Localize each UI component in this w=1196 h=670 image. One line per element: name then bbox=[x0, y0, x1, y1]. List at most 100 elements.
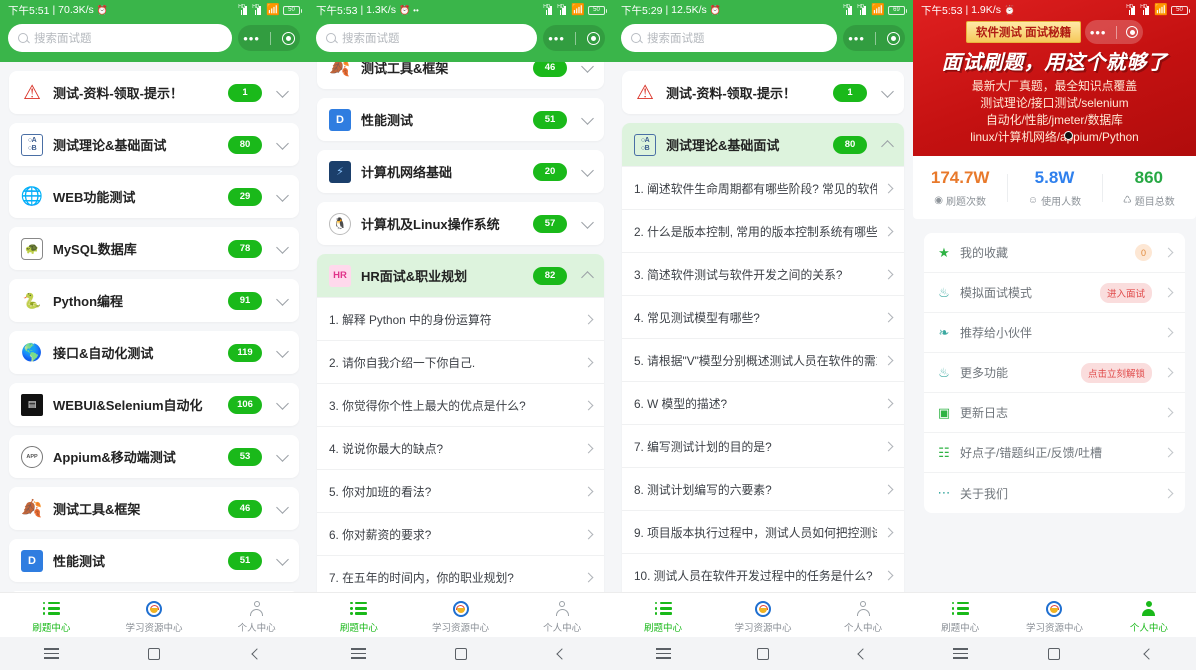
chevron-down-icon[interactable] bbox=[276, 188, 289, 202]
tab-0[interactable]: 刷题中心 bbox=[0, 600, 103, 634]
chevron-right-icon[interactable] bbox=[583, 529, 594, 539]
recents-button[interactable] bbox=[913, 648, 1007, 659]
question-row[interactable]: 3. 简述软件测试与软件开发之间的关系? bbox=[622, 252, 904, 295]
category-card[interactable]: 🌐 WEB功能测试 29 bbox=[9, 175, 299, 218]
profile-menu[interactable]: ★ 我的收藏 0 ♨ 模拟面试模式 进入面试 ❧ 推荐给小伙伴 ♨ 更多功能 点击立刻解锁 ▣ 更新日志… bbox=[924, 233, 1185, 514]
back-button[interactable] bbox=[205, 647, 308, 660]
tab-2[interactable]: 个人中心 bbox=[205, 600, 308, 634]
chevron-down-icon[interactable] bbox=[276, 552, 289, 566]
menu-row[interactable]: ♨ 更多功能 点击立刻解锁 bbox=[924, 353, 1185, 394]
chevron-right-icon[interactable] bbox=[1163, 447, 1174, 458]
category-header[interactable]: ○A ○B 测试理论&基础面试 80 bbox=[622, 123, 904, 166]
category-list-2[interactable]: 🍂 测试工具&框架 46 D 性能测试 51 ⚡ 计算机网络基础 20 🐧 计算机及Linux操作系… bbox=[308, 46, 613, 670]
category-card[interactable]: 🐍 Python编程 91 bbox=[9, 279, 299, 322]
category-card[interactable]: APP Appium&移动端测试 53 bbox=[9, 435, 299, 478]
tab-0[interactable]: 刷题中心 bbox=[308, 600, 410, 634]
category-header[interactable]: 🐧 计算机及Linux操作系统 57 bbox=[317, 202, 604, 245]
tab-1[interactable]: 学习资源中心 bbox=[1007, 600, 1101, 634]
search-input[interactable]: 搜索面试题 bbox=[621, 24, 837, 52]
recents-button[interactable] bbox=[308, 648, 410, 659]
chevron-down-icon[interactable] bbox=[276, 344, 289, 358]
category-header[interactable]: 🍂 测试工具&框架 46 bbox=[9, 487, 299, 530]
chevron-down-icon[interactable] bbox=[276, 292, 289, 306]
question-row[interactable]: 9. 项目版本执行过程中，测试人员如何把控测试进 bbox=[622, 510, 904, 553]
chevron-right-icon[interactable] bbox=[883, 398, 894, 408]
chevron-down-icon[interactable] bbox=[581, 215, 594, 229]
category-card[interactable]: ⚠ 测试-资料-领取-提示！ 1 bbox=[622, 71, 904, 114]
category-card[interactable]: ⚡ 计算机网络基础 20 bbox=[317, 150, 604, 193]
chevron-right-icon[interactable] bbox=[583, 314, 594, 324]
action-badge[interactable]: 进入面试 bbox=[1099, 282, 1152, 303]
question-row[interactable]: 4. 常见测试模型有哪些? bbox=[622, 295, 904, 338]
chevron-right-icon[interactable] bbox=[883, 484, 894, 494]
chevron-right-icon[interactable] bbox=[883, 312, 894, 322]
question-row[interactable]: 6. 你对薪资的要求? bbox=[317, 512, 604, 555]
miniprogram-capsule[interactable]: ••• bbox=[843, 25, 905, 51]
miniprogram-capsule[interactable]: ••• bbox=[543, 25, 605, 51]
category-header[interactable]: ▤ WEBUI&Selenium自动化 106 bbox=[9, 383, 299, 426]
more-icon[interactable]: ••• bbox=[548, 32, 565, 45]
chevron-right-icon[interactable] bbox=[883, 183, 894, 193]
chevron-down-icon[interactable] bbox=[276, 448, 289, 462]
category-card[interactable]: D 性能测试 51 bbox=[9, 539, 299, 582]
category-card[interactable]: ⚠ 测试-资料-领取-提示！ 1 bbox=[9, 71, 299, 114]
menu-row[interactable]: ▣ 更新日志 bbox=[924, 393, 1185, 434]
more-icon[interactable]: ••• bbox=[243, 32, 260, 45]
chevron-up-icon[interactable] bbox=[581, 270, 594, 284]
chevron-down-icon[interactable] bbox=[276, 500, 289, 514]
category-card[interactable]: D 性能测试 51 bbox=[317, 98, 604, 141]
category-header[interactable]: ○A ○B 测试理论&基础面试 80 bbox=[9, 123, 299, 166]
chevron-down-icon[interactable] bbox=[276, 396, 289, 410]
chevron-right-icon[interactable] bbox=[1163, 247, 1174, 258]
chevron-right-icon[interactable] bbox=[583, 572, 594, 582]
back-button[interactable] bbox=[813, 647, 913, 660]
tab-0[interactable]: 刷题中心 bbox=[913, 600, 1007, 634]
chevron-down-icon[interactable] bbox=[276, 84, 289, 98]
category-card[interactable]: 🌎 接口&自动化测试 119 bbox=[9, 331, 299, 374]
question-row[interactable]: 10. 测试人员在软件开发过程中的任务是什么? bbox=[622, 553, 904, 596]
chevron-right-icon[interactable] bbox=[883, 269, 894, 279]
category-card[interactable]: HR HR面试&职业规划 82 1. 解释 Python 中的身份运算符 2. 请你自我… bbox=[317, 254, 604, 641]
back-button[interactable] bbox=[1102, 647, 1196, 660]
question-row[interactable]: 7. 编写测试计划的目的是? bbox=[622, 424, 904, 467]
tab-1[interactable]: 学习资源中心 bbox=[103, 600, 206, 634]
chevron-right-icon[interactable] bbox=[883, 441, 894, 451]
chevron-right-icon[interactable] bbox=[1163, 488, 1174, 499]
menu-row[interactable]: ☷ 好点子/错题纠正/反馈/吐槽 bbox=[924, 433, 1185, 474]
chevron-down-icon[interactable] bbox=[581, 111, 594, 125]
back-button[interactable] bbox=[511, 647, 613, 660]
close-target-icon[interactable] bbox=[586, 31, 600, 45]
question-row[interactable]: 2. 什么是版本控制, 常用的版本控制系统有哪些? bbox=[622, 209, 904, 252]
tab-1[interactable]: 学习资源中心 bbox=[410, 600, 512, 634]
category-header[interactable]: 🐍 Python编程 91 bbox=[9, 279, 299, 322]
action-badge[interactable]: 点击立刻解锁 bbox=[1080, 362, 1152, 383]
miniprogram-capsule[interactable]: ••• bbox=[1085, 20, 1144, 44]
category-header[interactable]: ⚡ 计算机网络基础 20 bbox=[317, 150, 604, 193]
close-target-icon[interactable] bbox=[281, 31, 295, 45]
question-row[interactable]: 4. 说说你最大的缺点? bbox=[317, 426, 604, 469]
close-target-icon[interactable] bbox=[1126, 26, 1139, 38]
chevron-right-icon[interactable] bbox=[1163, 287, 1174, 298]
chevron-down-icon[interactable] bbox=[881, 84, 894, 98]
chevron-down-icon[interactable] bbox=[276, 240, 289, 254]
menu-row[interactable]: ⋯ 关于我们 bbox=[924, 473, 1185, 513]
category-header[interactable]: 🐢 MySQL数据库 78 bbox=[9, 227, 299, 270]
chevron-right-icon[interactable] bbox=[583, 357, 594, 367]
category-list-3[interactable]: ⚠ 测试-资料-领取-提示！ 1 ○A ○B 测试理论&基础面试 80 1. 阐述软件生命周期… bbox=[613, 62, 913, 670]
category-card[interactable]: 🐧 计算机及Linux操作系统 57 bbox=[317, 202, 604, 245]
home-button[interactable] bbox=[1007, 647, 1101, 660]
chevron-right-icon[interactable] bbox=[1163, 407, 1174, 418]
chevron-right-icon[interactable] bbox=[583, 443, 594, 453]
chevron-right-icon[interactable] bbox=[883, 527, 894, 537]
question-row[interactable]: 8. 测试计划编写的六要素? bbox=[622, 467, 904, 510]
category-header[interactable]: D 性能测试 51 bbox=[9, 539, 299, 582]
chevron-up-icon[interactable] bbox=[881, 139, 894, 153]
question-row[interactable]: 2. 请你自我介绍一下你自己. bbox=[317, 340, 604, 383]
home-button[interactable] bbox=[410, 647, 512, 660]
category-header[interactable]: 🌐 WEB功能测试 29 bbox=[9, 175, 299, 218]
search-input[interactable]: 搜索面试题 bbox=[8, 24, 232, 52]
category-list-1[interactable]: ⚠ 测试-资料-领取-提示！ 1 ○A ○B 测试理论&基础面试 80 🌐 WEB功能测试 29 🐢… bbox=[0, 62, 308, 670]
category-header[interactable]: HR HR面试&职业规划 82 bbox=[317, 254, 604, 297]
close-target-icon[interactable] bbox=[886, 31, 900, 45]
more-icon[interactable]: ••• bbox=[848, 32, 865, 45]
